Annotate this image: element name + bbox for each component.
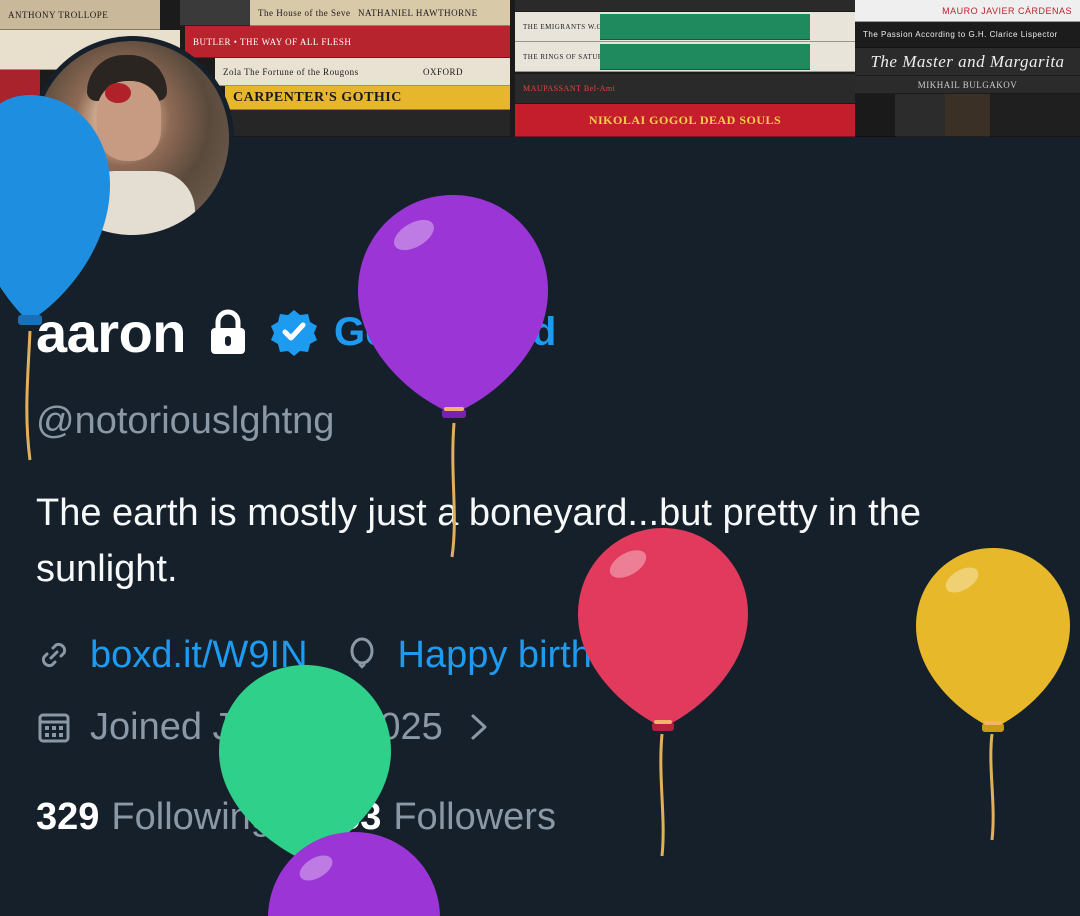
avatar-photo	[35, 41, 229, 235]
follow-stats: 329 Following 253 Followers	[36, 792, 556, 842]
book-spine: NATHANIEL HAWTHORNE	[350, 0, 510, 26]
bio: The earth is mostly just a boneyard...bu…	[36, 492, 922, 590]
book-spine	[600, 44, 810, 70]
following-link[interactable]: 329 Following	[36, 796, 272, 839]
book-spine	[990, 94, 1080, 137]
birthday-text[interactable]: Happy birthday!	[398, 634, 664, 677]
book-spine: NIKOLAI GOGOL DEAD SOULS	[515, 104, 855, 137]
book-spine	[855, 94, 895, 137]
book-spine: MIKHAIL BULGAKOV	[855, 76, 1080, 94]
book-spine	[600, 14, 810, 40]
book-spine	[180, 0, 250, 26]
book-spine: CARPENTER'S GOTHIC	[225, 86, 510, 110]
book-spine: ANTHONY TROLLOPE	[0, 0, 160, 30]
avatar[interactable]	[30, 36, 234, 240]
followers-link[interactable]: 253 Followers	[318, 796, 556, 839]
following-count: 329	[36, 795, 100, 838]
book-spine: MAURO JAVIER CÁRDENAS	[855, 0, 1080, 22]
joined-row[interactable]: Joined January 2025	[36, 702, 491, 752]
book-spine: The Passion According to G.H. Clarice Li…	[855, 22, 1080, 48]
followers-label: Followers	[393, 795, 556, 838]
following-label: Following	[111, 795, 272, 838]
book-spine: BUTLER • THE WAY OF ALL FLESH	[185, 26, 510, 58]
chevron-right-icon[interactable]	[467, 712, 491, 742]
website-link[interactable]: boxd.it/W9IN	[90, 634, 308, 677]
followers-count: 253	[317, 795, 382, 838]
book-spine	[230, 110, 510, 137]
book-spine: MAUPASSANT Bel-Ami	[515, 74, 855, 104]
lock-icon	[211, 309, 245, 354]
user-handle: @notoriouslghtng	[36, 400, 335, 442]
birthday-item: Happy birthday!	[344, 634, 664, 677]
verified-badge-icon[interactable]	[270, 308, 318, 356]
joined-date: Joined January 2025	[90, 705, 443, 748]
profile-meta-row: boxd.it/W9IN Happy birthday!	[36, 630, 664, 680]
calendar-icon	[38, 713, 70, 743]
book-spine: OXFORD	[415, 58, 510, 86]
book-spine: Zola The Fortune of the Rougons	[215, 58, 415, 86]
link-icon	[41, 642, 67, 668]
display-name: aaron	[36, 300, 187, 364]
book-spine: The Master and Margarita	[855, 48, 1080, 76]
book-spine	[945, 94, 990, 137]
balloon-icon	[350, 637, 374, 669]
balloon-body	[268, 832, 440, 916]
book-spine	[895, 94, 945, 137]
name-row: aaron Get Verified	[36, 298, 556, 366]
book-spine: The House of the Seven Gables	[250, 0, 350, 26]
get-verified-link[interactable]: Get Verified	[334, 310, 556, 355]
balloon-decoration	[268, 832, 440, 916]
book-spine	[515, 0, 855, 12]
